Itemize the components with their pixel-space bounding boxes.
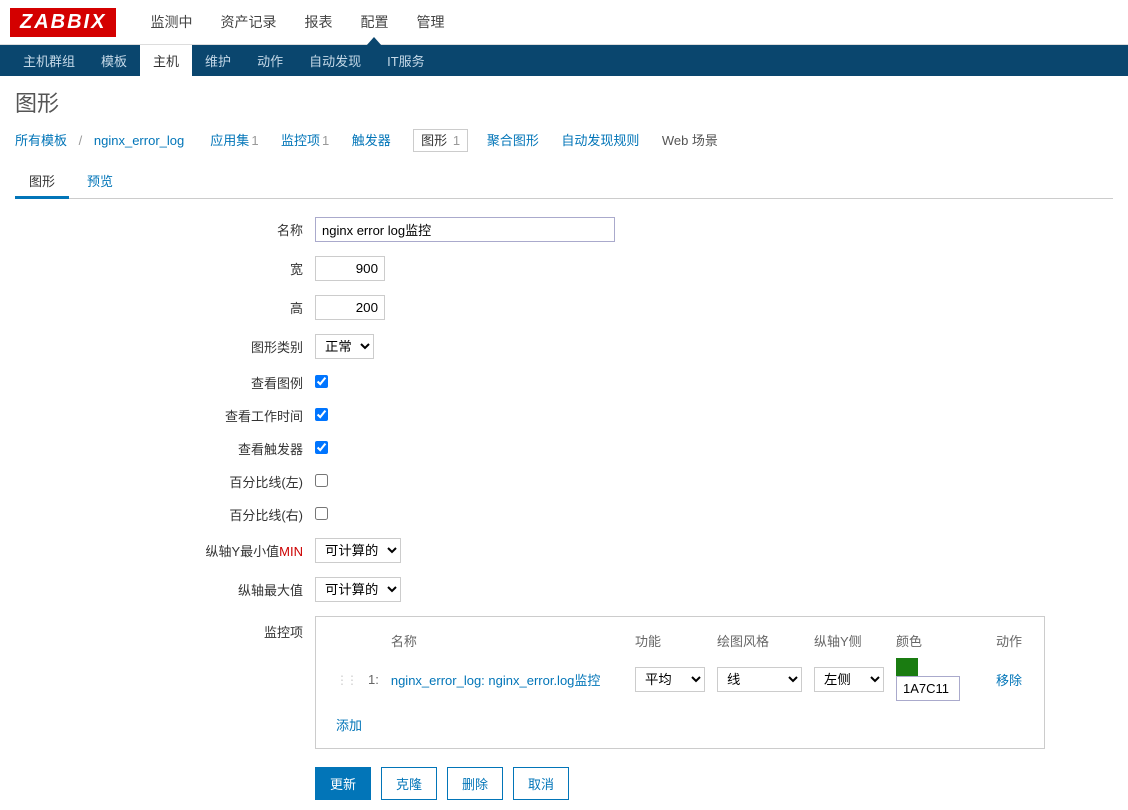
bc-screens[interactable]: 聚合图形 — [487, 133, 539, 148]
select-draw[interactable]: 线 — [717, 667, 802, 692]
label-pct-right: 百分比线(右) — [15, 505, 315, 524]
th-yaxis: 纵轴Y侧 — [808, 627, 890, 654]
th-action: 动作 — [990, 627, 1030, 654]
nav-administration[interactable]: 管理 — [402, 0, 458, 45]
add-item-link[interactable]: 添加 — [336, 718, 362, 733]
select-ymax[interactable]: 可计算的 — [315, 577, 401, 602]
items-table: 名称 功能 绘图风格 纵轴Y侧 颜色 动作 ⋮⋮ 1: — [330, 627, 1030, 738]
label-width: 宽 — [15, 259, 315, 278]
tab-preview[interactable]: 预览 — [73, 165, 127, 198]
bc-discovery[interactable]: 自动发现规则 — [561, 133, 639, 148]
bc-web[interactable]: Web 场景 — [662, 133, 718, 148]
label-graphtype: 图形类别 — [15, 337, 315, 356]
label-pct-left: 百分比线(左) — [15, 472, 315, 491]
label-working: 查看工作时间 — [15, 406, 315, 425]
th-draw: 绘图风格 — [711, 627, 808, 654]
bc-items[interactable]: 监控项1 — [281, 133, 329, 148]
delete-button[interactable]: 删除 — [447, 767, 503, 800]
cancel-button[interactable]: 取消 — [513, 767, 569, 800]
top-header: ZABBIX 监测中 资产记录 报表 配置 管理 — [0, 0, 1128, 45]
tabs: 图形 预览 — [15, 165, 1113, 199]
bc-applications[interactable]: 应用集1 — [210, 133, 258, 148]
label-ymax: 纵轴最大值 — [15, 580, 315, 599]
update-button[interactable]: 更新 — [315, 767, 371, 800]
item-name-link[interactable]: nginx_error_log: nginx_error.log监控 — [391, 673, 601, 688]
check-working[interactable] — [315, 408, 328, 421]
select-yaxis[interactable]: 左侧 — [814, 667, 884, 692]
label-ymin: 纵轴Y最小值MIN — [15, 541, 315, 560]
nav-configuration[interactable]: 配置 — [346, 0, 402, 45]
input-width[interactable] — [315, 256, 385, 281]
bc-template[interactable]: nginx_error_log — [94, 133, 184, 148]
subnav-templates[interactable]: 模板 — [88, 43, 140, 78]
th-color: 颜色 — [890, 627, 990, 654]
label-items: 监控项 — [15, 616, 315, 641]
bc-current-graphs: 图形 1 — [413, 129, 468, 152]
label-name: 名称 — [15, 220, 315, 239]
check-legend[interactable] — [315, 375, 328, 388]
color-swatch[interactable] — [896, 658, 918, 676]
bc-all-templates[interactable]: 所有模板 — [15, 133, 67, 148]
subnav-hostgroups[interactable]: 主机群组 — [10, 43, 88, 78]
th-name: 名称 — [385, 627, 629, 654]
tab-graph[interactable]: 图形 — [15, 165, 69, 199]
sub-header: 主机群组 模板 主机 维护 动作 自动发现 IT服务 — [0, 45, 1128, 76]
label-legend: 查看图例 — [15, 373, 315, 392]
breadcrumb: 所有模板 / nginx_error_log 应用集1 监控项1 触发器 图形 … — [15, 130, 1113, 149]
button-row: 更新 克隆 删除 取消 — [315, 767, 1113, 800]
bc-sep: / — [79, 133, 83, 148]
subnav-discovery[interactable]: 自动发现 — [296, 43, 374, 78]
th-func: 功能 — [629, 627, 711, 654]
graph-form: 名称 宽 高 图形类别 正常 查看图例 查看工作时间 查看触发器 百分比线(左) — [15, 217, 1113, 800]
bc-triggers[interactable]: 触发器 — [352, 133, 391, 148]
check-pct-left[interactable] — [315, 474, 328, 487]
select-ymin[interactable]: 可计算的 — [315, 538, 401, 563]
check-pct-right[interactable] — [315, 507, 328, 520]
subnav-itservices[interactable]: IT服务 — [374, 43, 438, 78]
label-triggers: 查看触发器 — [15, 439, 315, 458]
nav-reports[interactable]: 报表 — [290, 0, 346, 45]
page-content: 图形 所有模板 / nginx_error_log 应用集1 监控项1 触发器 … — [0, 76, 1128, 810]
item-row: ⋮⋮ 1: nginx_error_log: nginx_error.log监控… — [330, 654, 1030, 705]
clone-button[interactable]: 克隆 — [381, 767, 437, 800]
subnav-actions[interactable]: 动作 — [244, 43, 296, 78]
input-color[interactable] — [896, 676, 960, 701]
subnav-maintenance[interactable]: 维护 — [192, 43, 244, 78]
drag-handle-icon[interactable]: ⋮⋮ — [336, 673, 356, 687]
input-height[interactable] — [315, 295, 385, 320]
item-remove[interactable]: 移除 — [996, 673, 1022, 688]
check-triggers[interactable] — [315, 441, 328, 454]
items-box: 名称 功能 绘图风格 纵轴Y侧 颜色 动作 ⋮⋮ 1: — [315, 616, 1045, 749]
nav-monitoring[interactable]: 监测中 — [136, 0, 206, 45]
select-func[interactable]: 平均 — [635, 667, 705, 692]
label-height: 高 — [15, 298, 315, 317]
page-title: 图形 — [15, 86, 1113, 118]
top-nav: 监测中 资产记录 报表 配置 管理 — [136, 0, 458, 45]
nav-inventory[interactable]: 资产记录 — [206, 0, 290, 45]
input-name[interactable] — [315, 217, 615, 242]
subnav-hosts[interactable]: 主机 — [140, 43, 192, 78]
item-idx: 1: — [362, 654, 385, 705]
select-graphtype[interactable]: 正常 — [315, 334, 374, 359]
logo[interactable]: ZABBIX — [10, 8, 116, 37]
